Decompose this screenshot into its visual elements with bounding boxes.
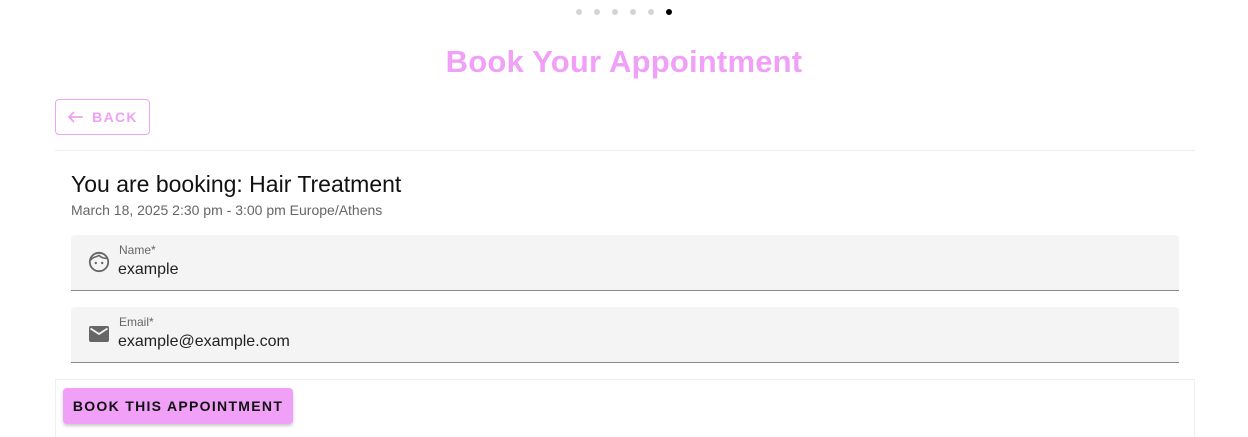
email-field[interactable]: Email* <box>71 307 1179 363</box>
booking-service-title: You are booking: Hair Treatment <box>71 171 402 197</box>
arrow-left-icon <box>67 111 84 123</box>
name-field-label: Name* <box>119 243 156 257</box>
step-dot-5 <box>648 9 654 15</box>
face-icon <box>88 251 110 273</box>
name-field[interactable]: Name* <box>71 235 1179 291</box>
step-dot-6-active <box>666 9 672 15</box>
step-indicator <box>0 9 1248 15</box>
back-button[interactable]: BACK <box>55 99 150 135</box>
step-dot-3 <box>612 9 618 15</box>
card-edge-left <box>55 380 56 437</box>
book-appointment-button[interactable]: BOOK THIS APPOINTMENT <box>63 388 293 424</box>
name-input[interactable] <box>118 259 1158 281</box>
step-dot-1 <box>576 9 582 15</box>
email-input[interactable] <box>118 331 1158 353</box>
mail-icon <box>88 323 110 345</box>
email-field-label: Email* <box>119 315 154 329</box>
booking-time-slot: March 18, 2025 2:30 pm - 3:00 pm Europe/… <box>71 202 383 218</box>
booking-page: Book Your Appointment BACK You are booki… <box>0 0 1248 437</box>
back-button-label: BACK <box>92 109 138 125</box>
card-edge-right <box>1194 380 1195 437</box>
page-title: Book Your Appointment <box>445 44 803 79</box>
step-dot-4 <box>630 9 636 15</box>
step-dot-2 <box>594 9 600 15</box>
